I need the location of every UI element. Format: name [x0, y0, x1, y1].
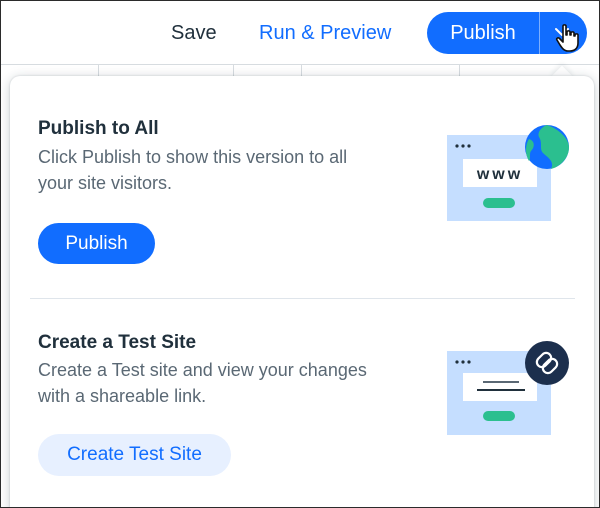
test-site-illustration [447, 341, 569, 435]
publish-to-all-title: Publish to All [38, 118, 159, 139]
editor-window: Save Run & Preview Publish Publish to Al… [0, 0, 600, 508]
test-site-description: Create a Test site and view your changes… [38, 360, 367, 406]
link-icon [525, 341, 569, 385]
run-preview-button[interactable]: Run & Preview [259, 19, 391, 47]
publish-button[interactable]: Publish [427, 12, 539, 54]
www-site-illustration: www [447, 125, 569, 221]
hand-cursor-icon [555, 24, 579, 52]
test-site-title: Create a Test Site [38, 332, 197, 353]
save-button[interactable]: Save [171, 19, 217, 47]
publish-to-all-description: Click Publish to show this version to al… [38, 147, 348, 193]
globe-icon [525, 125, 569, 169]
www-label: www [476, 166, 523, 183]
publish-to-all-button[interactable]: Publish [38, 223, 155, 264]
section-separator [30, 298, 575, 299]
top-bar: Save Run & Preview Publish [1, 1, 599, 65]
create-test-site-button[interactable]: Create Test Site [38, 434, 231, 476]
